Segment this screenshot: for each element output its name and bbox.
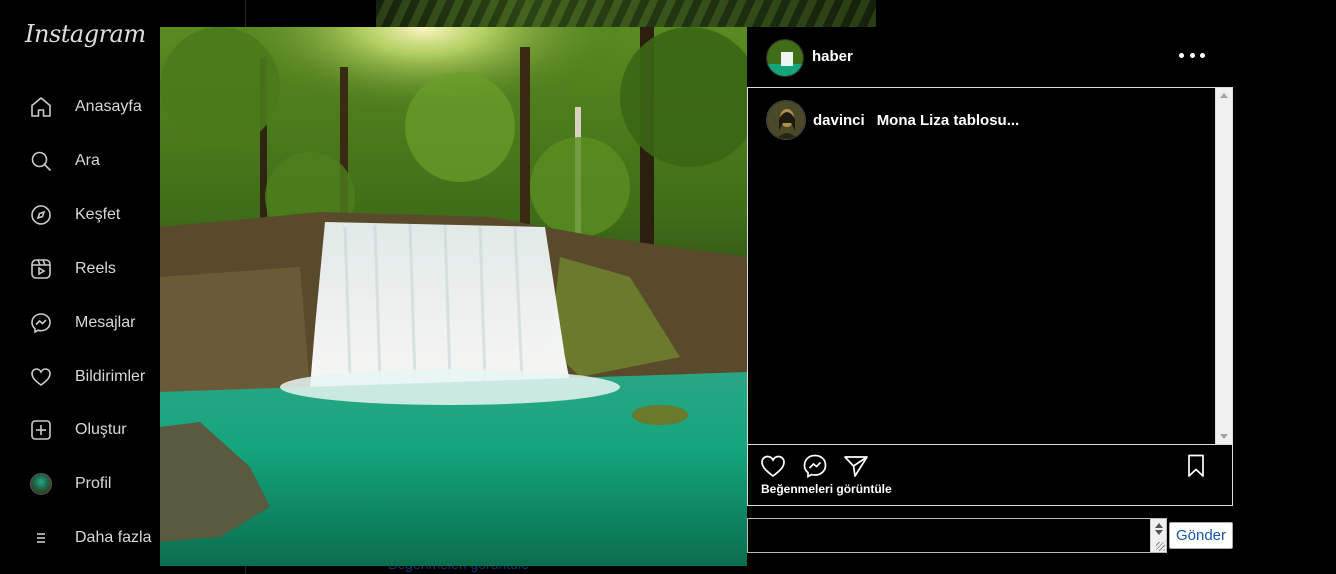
sidebar-item-label: Ara	[75, 152, 100, 169]
messenger-icon	[26, 308, 56, 338]
comment-text: Mona Liza tablosu...	[876, 111, 1020, 129]
post-author-avatar[interactable]	[766, 39, 804, 77]
heart-icon	[761, 455, 785, 478]
profile-avatar	[26, 469, 56, 499]
post-header: haber	[747, 27, 1233, 87]
instagram-logo[interactable]: Instagram	[25, 20, 146, 48]
chevron-up-icon[interactable]	[1155, 523, 1163, 528]
menu-icon	[26, 523, 56, 553]
waterfall-photo	[160, 27, 747, 566]
instagram-page: Beğenmeleri görüntüle Instagram Anasayfa…	[0, 0, 1336, 574]
input-scroll-controls[interactable]	[1150, 519, 1166, 552]
plus-square-icon	[26, 415, 56, 445]
heart-icon	[26, 362, 56, 392]
submit-comment-button[interactable]: Gönder	[1169, 522, 1233, 549]
scroll-down-icon[interactable]	[1220, 434, 1228, 439]
post-actions: Beğenmeleri görüntüle	[747, 445, 1233, 506]
bookmark-icon	[1188, 454, 1204, 477]
compass-icon	[26, 200, 56, 230]
commenter-avatar[interactable]	[766, 100, 806, 140]
comment-item: davinci Mona Liza tablosu...	[766, 100, 1019, 140]
sidebar-item-label: Bildirimler	[75, 368, 146, 385]
post-image[interactable]	[160, 27, 747, 566]
search-icon	[26, 146, 56, 176]
sidebar-item-label: Anasayfa	[75, 98, 142, 115]
share-messenger-button[interactable]	[801, 452, 829, 480]
background-post-image	[376, 0, 876, 27]
more-horizontal-icon[interactable]	[1179, 45, 1205, 65]
sidebar-item-label: Oluştur	[75, 421, 127, 438]
sidebar-item-label: Profil	[75, 475, 112, 492]
chevron-down-icon[interactable]	[1155, 530, 1163, 535]
comments-list[interactable]: davinci Mona Liza tablosu...	[747, 87, 1233, 445]
resize-handle-icon[interactable]	[1156, 542, 1165, 551]
paper-plane-icon	[844, 456, 868, 477]
sidebar-item-label: Keşfet	[75, 206, 121, 223]
save-button[interactable]	[1182, 452, 1210, 480]
scroll-up-icon[interactable]	[1220, 93, 1228, 98]
commenter-username[interactable]: davinci	[813, 112, 865, 129]
like-button[interactable]	[759, 452, 787, 480]
post-author-username[interactable]: haber	[812, 48, 853, 65]
sidebar-item-label: Reels	[75, 260, 116, 277]
view-likes-link[interactable]: Beğenmeleri görüntüle	[761, 482, 892, 496]
sidebar-item-label: Daha fazla	[75, 529, 152, 546]
comment-input[interactable]	[748, 519, 1151, 552]
comment-input-wrapper	[747, 518, 1167, 553]
comments-scrollbar[interactable]	[1215, 88, 1232, 444]
send-button[interactable]	[842, 452, 870, 480]
sidebar-item-label: Mesajlar	[75, 314, 136, 331]
reels-icon	[26, 254, 56, 284]
home-icon	[26, 92, 56, 122]
messenger-icon	[803, 454, 827, 478]
